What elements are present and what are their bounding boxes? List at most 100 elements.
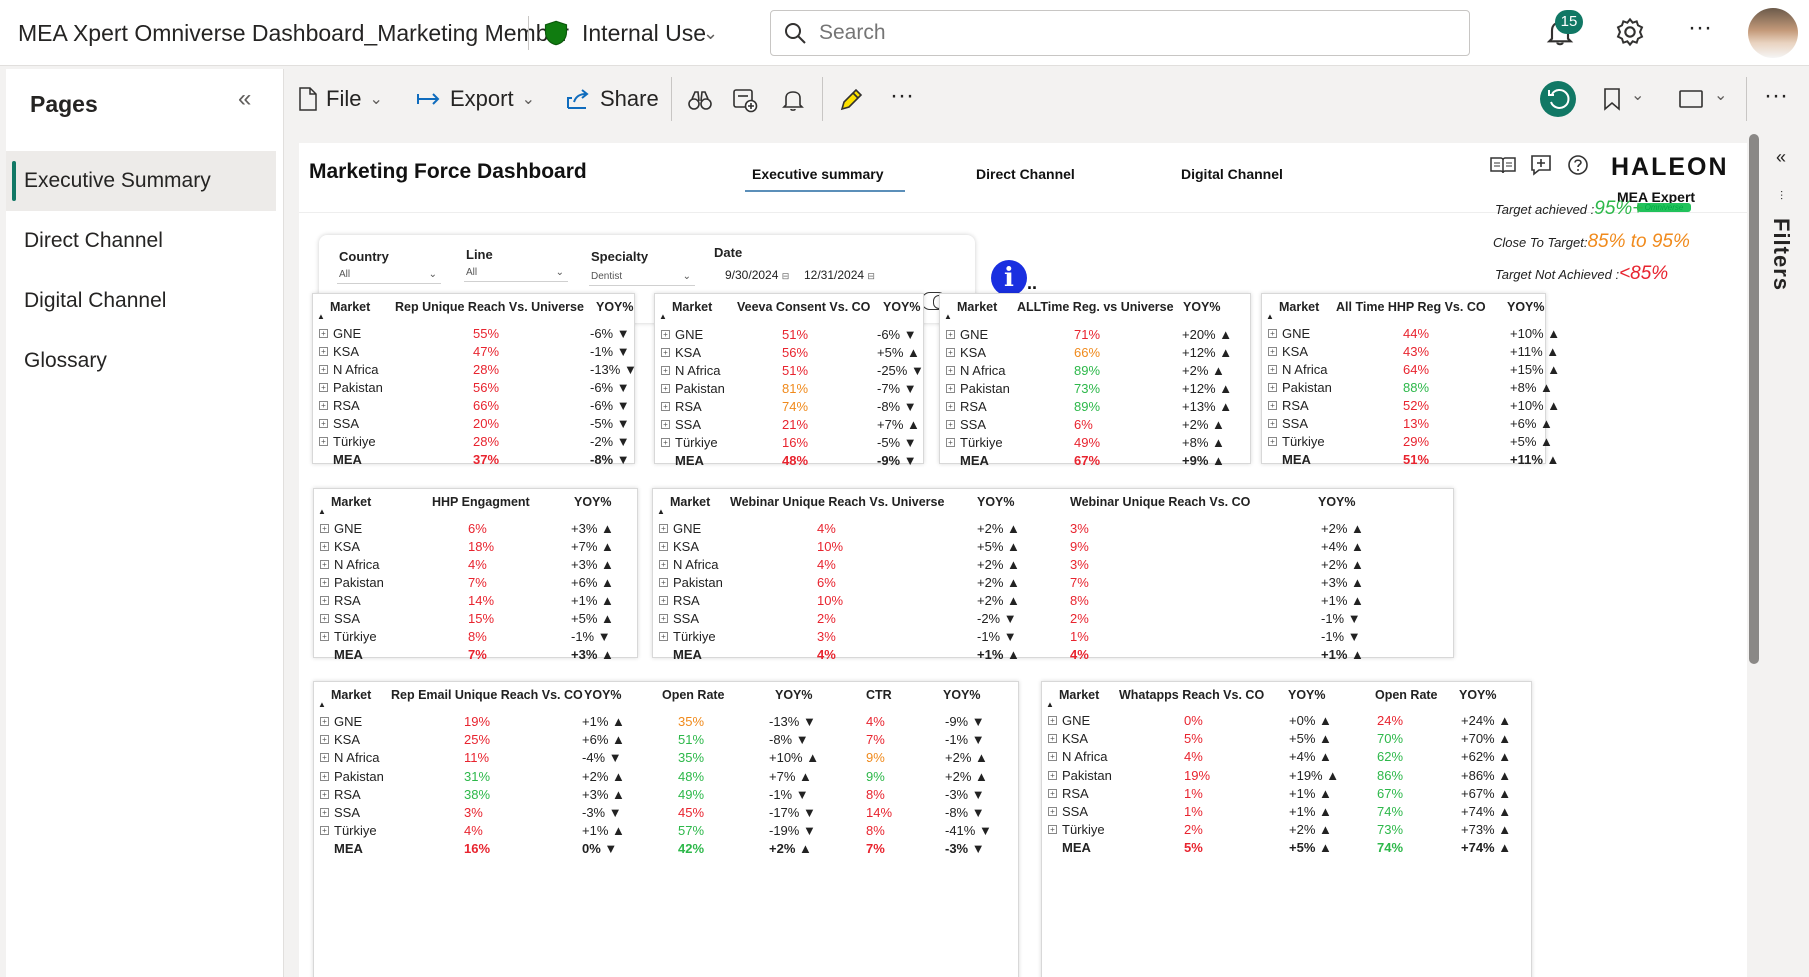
column-header[interactable]: YOY%	[1507, 300, 1545, 314]
tab-executive-summary[interactable]: Executive summary	[752, 166, 884, 182]
add-comment-icon[interactable]	[1529, 153, 1553, 177]
expand-row-icon[interactable]: +	[319, 383, 328, 392]
expand-row-icon[interactable]: +	[661, 348, 670, 357]
sort-arrow-icon[interactable]: ▲	[1046, 700, 1054, 709]
page-item-direct-channel[interactable]: Direct Channel	[6, 211, 276, 271]
column-header[interactable]: Market	[672, 300, 712, 314]
expand-row-icon[interactable]: +	[661, 420, 670, 429]
expand-row-icon[interactable]: +	[320, 735, 329, 745]
tab-direct-channel[interactable]: Direct Channel	[976, 166, 1075, 182]
sort-arrow-icon[interactable]: ▲	[657, 507, 665, 516]
expand-row-icon[interactable]: +	[659, 632, 668, 641]
expand-row-icon[interactable]: +	[1048, 716, 1057, 725]
sort-arrow-icon[interactable]: ▲	[659, 312, 667, 321]
book-icon[interactable]	[1489, 155, 1517, 175]
sort-arrow-icon[interactable]: ▲	[317, 312, 325, 321]
column-header[interactable]: Rep Email Unique Reach Vs. CO	[391, 688, 583, 702]
matrix-table-t1[interactable]: Market Rep Unique Reach Vs. Universe YOY% ▲…	[312, 293, 637, 467]
expand-row-icon[interactable]: +	[1268, 347, 1277, 356]
expand-row-icon[interactable]: +	[1048, 825, 1057, 835]
column-header[interactable]: CTR	[866, 688, 892, 702]
sort-arrow-icon[interactable]: ▲	[318, 700, 326, 709]
expand-row-icon[interactable]: +	[319, 401, 328, 410]
expand-row-icon[interactable]: +	[659, 596, 668, 605]
settings-gear-icon[interactable]	[1614, 16, 1646, 48]
matrix-table-t5[interactable]: Market HHP Engagment YOY% ▲ + GNE 6% +3% ▲ + KSA 1…	[313, 488, 638, 662]
expand-row-icon[interactable]: +	[659, 578, 668, 587]
expand-row-icon[interactable]: +	[946, 384, 955, 393]
date-start-field[interactable]: 9/30/2024 ⊟	[725, 268, 789, 282]
column-header[interactable]: All Time HHP Reg Vs. CO	[1336, 300, 1486, 314]
collapse-pane-icon[interactable]: «	[238, 85, 251, 113]
filters-label[interactable]: Filters	[1768, 218, 1794, 291]
column-header[interactable]: Market	[1059, 688, 1099, 702]
refresh-button[interactable]	[1540, 81, 1576, 117]
column-header[interactable]: Veeva Consent Vs. CO	[737, 300, 870, 314]
column-header[interactable]: YOY%	[1459, 688, 1497, 702]
expand-row-icon[interactable]: +	[946, 402, 955, 411]
column-header[interactable]: YOY%	[943, 688, 981, 702]
search-input[interactable]	[819, 17, 1439, 49]
more-options-icon[interactable]: ..	[1027, 273, 1037, 294]
expand-row-icon[interactable]: +	[1048, 752, 1057, 762]
column-header[interactable]: YOY%	[574, 495, 612, 509]
column-header[interactable]: YOY%	[775, 688, 813, 702]
expand-row-icon[interactable]: +	[659, 614, 668, 623]
more-options-icon[interactable]: ···	[1764, 82, 1788, 110]
help-icon[interactable]	[1567, 154, 1589, 176]
column-header[interactable]: Market	[330, 300, 370, 314]
line-slicer[interactable]: All ⌄	[464, 264, 568, 282]
column-header[interactable]: YOY%	[1183, 300, 1221, 314]
matrix-table-t3[interactable]: Market ALLTime Reg. vs Universe YOY% ▲ + GNE 7…	[939, 293, 1251, 468]
expand-row-icon[interactable]: +	[1048, 734, 1057, 744]
matrix-table-t4[interactable]: Market All Time HHP Reg Vs. CO YOY% ▲ + GNE 44…	[1261, 293, 1560, 467]
expand-row-icon[interactable]: +	[320, 596, 329, 605]
expand-row-icon[interactable]: +	[661, 330, 670, 339]
chevron-down-icon[interactable]: ⌄	[1714, 85, 1727, 105]
expand-row-icon[interactable]: +	[320, 808, 329, 817]
expand-row-icon[interactable]: +	[319, 419, 328, 428]
column-header[interactable]: ALLTime Reg. vs Universe	[1017, 300, 1174, 314]
chevron-down-icon[interactable]: ⌄	[703, 23, 718, 44]
expand-row-icon[interactable]: +	[946, 420, 955, 429]
expand-row-icon[interactable]: +	[319, 347, 328, 356]
binoculars-icon[interactable]	[688, 89, 712, 111]
column-header[interactable]: Rep Unique Reach Vs. Universe	[395, 300, 584, 314]
expand-row-icon[interactable]: +	[320, 632, 329, 641]
expand-row-icon[interactable]: +	[659, 524, 668, 533]
expand-row-icon[interactable]: +	[319, 329, 328, 338]
alert-bell-icon[interactable]	[782, 88, 804, 112]
edit-pencil-icon[interactable]	[838, 87, 864, 113]
expand-row-icon[interactable]: +	[1268, 365, 1277, 374]
column-header[interactable]: Market	[670, 495, 710, 509]
chevron-down-icon[interactable]: ⌄	[1631, 85, 1644, 105]
expand-row-icon[interactable]: +	[320, 614, 329, 623]
sort-arrow-icon[interactable]: ▲	[318, 507, 326, 516]
expand-row-icon[interactable]: +	[661, 402, 670, 411]
expand-row-icon[interactable]: +	[320, 578, 329, 587]
info-icon[interactable]: i	[991, 260, 1027, 296]
expand-row-icon[interactable]: +	[320, 826, 329, 836]
column-header[interactable]: YOY%	[883, 300, 921, 314]
column-header[interactable]: YOY%	[584, 688, 622, 702]
tab-digital-channel[interactable]: Digital Channel	[1181, 166, 1283, 182]
expand-row-icon[interactable]: +	[661, 438, 670, 447]
expand-row-icon[interactable]: +	[1048, 770, 1057, 780]
expand-row-icon[interactable]: +	[1048, 788, 1057, 798]
expand-row-icon[interactable]: +	[659, 542, 668, 551]
expand-row-icon[interactable]: +	[320, 717, 329, 726]
column-header[interactable]: Whatapps Reach Vs. CO	[1119, 688, 1264, 702]
expand-row-icon[interactable]: +	[1268, 329, 1277, 338]
matrix-table-t8[interactable]: Market Whatapps Reach Vs. CO YOY% Open Rate…	[1041, 681, 1532, 977]
expand-row-icon[interactable]: +	[1268, 437, 1277, 446]
date-end-field[interactable]: 12/31/2024 ⊟	[804, 268, 875, 282]
expand-row-icon[interactable]: +	[1048, 807, 1057, 816]
column-header[interactable]: YOY%	[596, 300, 634, 314]
more-options-icon[interactable]: ···	[1688, 14, 1712, 42]
expand-row-icon[interactable]: +	[320, 560, 329, 569]
column-header[interactable]: YOY%	[1288, 688, 1326, 702]
matrix-table-t6[interactable]: Market Webinar Unique Reach Vs. Universe Y…	[652, 488, 1454, 662]
search-box[interactable]	[770, 10, 1470, 56]
shield-icon[interactable]	[542, 19, 570, 47]
expand-row-icon[interactable]: +	[320, 524, 329, 533]
